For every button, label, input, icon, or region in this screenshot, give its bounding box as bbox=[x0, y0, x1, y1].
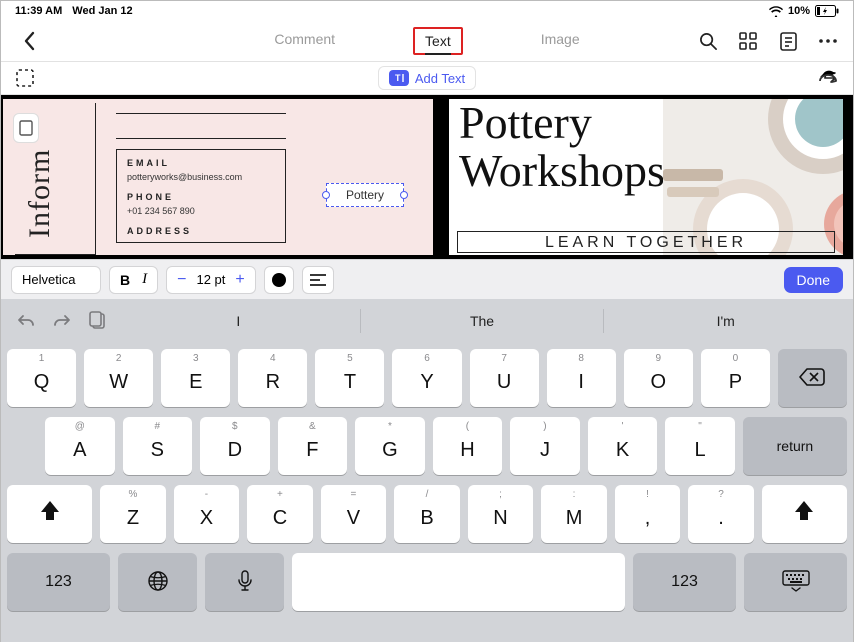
key-d[interactable]: $D bbox=[200, 417, 270, 475]
key-y[interactable]: 6Y bbox=[392, 349, 461, 407]
align-picker[interactable] bbox=[302, 266, 334, 294]
key-123-right[interactable]: 123 bbox=[633, 553, 736, 611]
font-size-value: 12 pt bbox=[196, 272, 225, 287]
key-r[interactable]: 4R bbox=[238, 349, 307, 407]
keyboard-suggestion-bar: ITheI'm bbox=[1, 299, 853, 343]
resize-handle-left[interactable] bbox=[322, 191, 330, 199]
key-k[interactable]: 'K bbox=[588, 417, 658, 475]
decrease-size[interactable]: − bbox=[177, 271, 186, 289]
battery-charging-icon bbox=[815, 5, 839, 17]
key-a[interactable]: @A bbox=[45, 417, 115, 475]
key-x[interactable]: -X bbox=[174, 485, 240, 543]
key-c[interactable]: +C bbox=[247, 485, 313, 543]
learn-banner: LEARN TOGETHER bbox=[457, 231, 835, 253]
key-o[interactable]: 9O bbox=[624, 349, 693, 407]
key-,[interactable]: !, bbox=[615, 485, 681, 543]
page-right[interactable]: Pottery Workshops LEARN TOGETHER bbox=[449, 99, 843, 255]
suggestion[interactable]: I'm bbox=[603, 309, 847, 333]
email-value: potteryworks@business.com bbox=[127, 172, 275, 182]
email-label: EMAIL bbox=[127, 158, 275, 168]
text-badge-icon: T bbox=[389, 70, 409, 86]
italic-toggle[interactable]: I bbox=[142, 271, 147, 288]
add-text-label: Add Text bbox=[415, 71, 465, 86]
key-123-left[interactable]: 123 bbox=[7, 553, 110, 611]
key-backspace[interactable] bbox=[778, 349, 847, 407]
kb-clipboard-icon[interactable] bbox=[87, 310, 109, 332]
phone-value: +01 234 567 890 bbox=[127, 206, 275, 216]
status-date: Wed Jan 12 bbox=[72, 5, 132, 17]
add-text-bar: T Add Text bbox=[1, 61, 853, 95]
add-text-button[interactable]: T Add Text bbox=[378, 66, 476, 90]
selection-icon[interactable] bbox=[15, 68, 35, 88]
key-l[interactable]: "L bbox=[665, 417, 735, 475]
done-button[interactable]: Done bbox=[784, 267, 843, 293]
document-canvas[interactable]: Inform EMAIL potteryworks@business.com P… bbox=[1, 95, 853, 259]
tab-comment[interactable]: Comment bbox=[266, 27, 343, 55]
key-.[interactable]: ?. bbox=[688, 485, 754, 543]
kb-redo-icon[interactable] bbox=[51, 310, 73, 332]
key-p[interactable]: 0P bbox=[701, 349, 770, 407]
more-icon[interactable] bbox=[817, 30, 839, 52]
key-t[interactable]: 5T bbox=[315, 349, 384, 407]
bold-italic-group: B I bbox=[109, 266, 158, 294]
font-size-stepper: − 12 pt + bbox=[166, 266, 256, 294]
key-i[interactable]: 8I bbox=[547, 349, 616, 407]
bold-toggle[interactable]: B bbox=[120, 272, 130, 288]
editing-text[interactable]: Pottery bbox=[346, 188, 384, 202]
key-shift-left[interactable] bbox=[7, 485, 92, 543]
contact-box: EMAIL potteryworks@business.com PHONE +0… bbox=[116, 109, 286, 255]
page-thumbnail-tab[interactable] bbox=[13, 113, 39, 143]
key-e[interactable]: 3E bbox=[161, 349, 230, 407]
font-picker[interactable]: Helvetica bbox=[11, 266, 101, 294]
suggestion[interactable]: The bbox=[360, 309, 604, 333]
key-shift-right[interactable] bbox=[762, 485, 847, 543]
color-dot-icon bbox=[272, 273, 286, 287]
key-hide-keyboard[interactable] bbox=[744, 553, 847, 611]
address-label: ADDRESS bbox=[127, 226, 275, 236]
resize-handle-right[interactable] bbox=[400, 191, 408, 199]
key-v[interactable]: =V bbox=[321, 485, 387, 543]
key-w[interactable]: 2W bbox=[84, 349, 153, 407]
phone-label: PHONE bbox=[127, 192, 275, 202]
align-left-icon bbox=[310, 274, 326, 286]
key-space[interactable] bbox=[292, 553, 625, 611]
search-icon[interactable] bbox=[697, 30, 719, 52]
key-s[interactable]: #S bbox=[123, 417, 193, 475]
key-z[interactable]: %Z bbox=[100, 485, 166, 543]
format-toolbar: Helvetica B I − 12 pt + Done bbox=[1, 259, 853, 299]
status-time: 11:39 AM bbox=[15, 5, 62, 17]
battery-percent: 10% bbox=[788, 5, 810, 17]
font-name: Helvetica bbox=[22, 272, 75, 287]
page-list-icon[interactable] bbox=[777, 30, 799, 52]
key-j[interactable]: )J bbox=[510, 417, 580, 475]
svg-text:T: T bbox=[395, 73, 401, 83]
key-m[interactable]: :M bbox=[541, 485, 607, 543]
undo-icon[interactable] bbox=[817, 67, 839, 89]
increase-size[interactable]: + bbox=[235, 271, 244, 289]
grid-icon[interactable] bbox=[737, 30, 759, 52]
key-b[interactable]: /B bbox=[394, 485, 460, 543]
page-left[interactable]: Inform EMAIL potteryworks@business.com P… bbox=[3, 99, 433, 255]
key-q[interactable]: 1Q bbox=[7, 349, 76, 407]
text-edit-box[interactable]: Pottery bbox=[326, 183, 404, 207]
status-bar: 11:39 AM Wed Jan 12 10% bbox=[1, 1, 853, 21]
wifi-icon bbox=[769, 6, 783, 17]
tab-image[interactable]: Image bbox=[533, 27, 588, 55]
keyboard: ITheI'm 1Q2W3E4R5T6Y7U8I9O0P @A#S$D&F*G(… bbox=[1, 299, 853, 642]
key-u[interactable]: 7U bbox=[470, 349, 539, 407]
top-nav: Comment Text Image bbox=[1, 21, 853, 61]
key-n[interactable]: ;N bbox=[468, 485, 534, 543]
tab-text[interactable]: Text bbox=[413, 27, 463, 55]
key-h[interactable]: (H bbox=[433, 417, 503, 475]
kb-undo-icon[interactable] bbox=[15, 310, 37, 332]
key-globe[interactable] bbox=[118, 553, 197, 611]
key-return[interactable]: return bbox=[743, 417, 847, 475]
suggestion[interactable]: I bbox=[117, 309, 360, 333]
key-mic[interactable] bbox=[205, 553, 284, 611]
text-color-picker[interactable] bbox=[264, 266, 294, 294]
key-f[interactable]: &F bbox=[278, 417, 348, 475]
key-g[interactable]: *G bbox=[355, 417, 425, 475]
